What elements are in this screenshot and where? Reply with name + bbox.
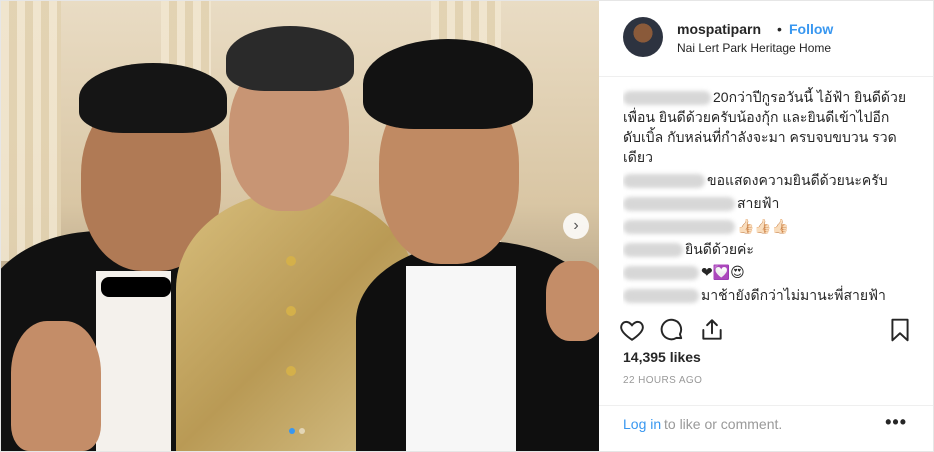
comment-item: สายฟ้า <box>623 193 917 213</box>
comment-text: 👍🏻👍🏻👍🏻 <box>737 218 790 234</box>
blurred-username <box>623 243 683 258</box>
carousel-next-button[interactable]: › <box>563 213 589 239</box>
post-side-panel: mospatiparn • Follow Nai Lert Park Herit… <box>599 1 933 451</box>
blurred-username <box>623 91 711 106</box>
login-footer: Log in to like or comment. ••• <box>599 405 933 451</box>
action-bar <box>617 317 917 345</box>
bookmark-icon[interactable] <box>887 317 913 343</box>
comment-text: ขอแสดงความยินดีด้วยนะครับ <box>707 172 888 188</box>
comment-text: ยินดีด้วยค่ะ <box>685 241 754 257</box>
carousel-dot-active <box>289 428 295 434</box>
post-header: mospatiparn • Follow Nai Lert Park Herit… <box>599 1 933 77</box>
caption: 20กว่าปีกูรอวันนี้ ไอ้ฟ้า ยินดีด้วยเพื่อ… <box>623 81 917 167</box>
comment-item: 👍🏻👍🏻👍🏻 <box>623 216 917 236</box>
comment-item: มาช้ายังดีกว่าไม่มานะพี่สายฟ้า <box>623 285 917 305</box>
carousel-indicator <box>289 428 305 434</box>
avatar[interactable] <box>623 17 663 57</box>
username-link[interactable]: mospatiparn <box>677 21 761 37</box>
more-options-button[interactable]: ••• <box>885 412 907 433</box>
share-icon[interactable] <box>699 317 725 343</box>
heart-icon[interactable] <box>619 317 645 343</box>
location-link[interactable]: Nai Lert Park Heritage Home <box>677 41 831 55</box>
blurred-username <box>623 220 735 235</box>
login-link[interactable]: Log in <box>623 416 661 432</box>
comment-icon[interactable] <box>659 317 685 343</box>
comment-item: ยินดีด้วยค่ะ <box>623 239 917 259</box>
follow-button[interactable]: Follow <box>789 21 833 37</box>
comments-list[interactable]: 20กว่าปีกูรอวันนี้ ไอ้ฟ้า ยินดีด้วยเพื่อ… <box>623 81 917 307</box>
comment-text: สายฟ้า <box>737 195 780 211</box>
blurred-username <box>623 197 735 212</box>
likes-count[interactable]: 14,395 likes <box>623 349 701 365</box>
separator-dot: • <box>777 21 782 37</box>
post-timestamp[interactable]: 22 HOURS AGO <box>623 375 702 386</box>
comment-text: มาช้ายังดีกว่าไม่มานะพี่สายฟ้า <box>701 287 886 303</box>
curtain-decoration <box>1 1 61 261</box>
post-photo[interactable]: › <box>1 1 599 451</box>
blurred-username <box>623 174 705 189</box>
carousel-dot <box>299 428 305 434</box>
comment-item: ❤💟😍 <box>623 262 917 282</box>
blurred-username <box>623 289 699 304</box>
comment-item: ขอแสดงความยินดีด้วยนะครับ <box>623 170 917 190</box>
blurred-username <box>623 266 699 281</box>
comment-text: ❤💟😍 <box>701 264 745 280</box>
login-prompt-text: to like or comment. <box>664 416 783 432</box>
instagram-post: › mospatiparn • Follow Nai Lert Park Her… <box>0 0 934 452</box>
chevron-right-icon: › <box>573 217 579 234</box>
